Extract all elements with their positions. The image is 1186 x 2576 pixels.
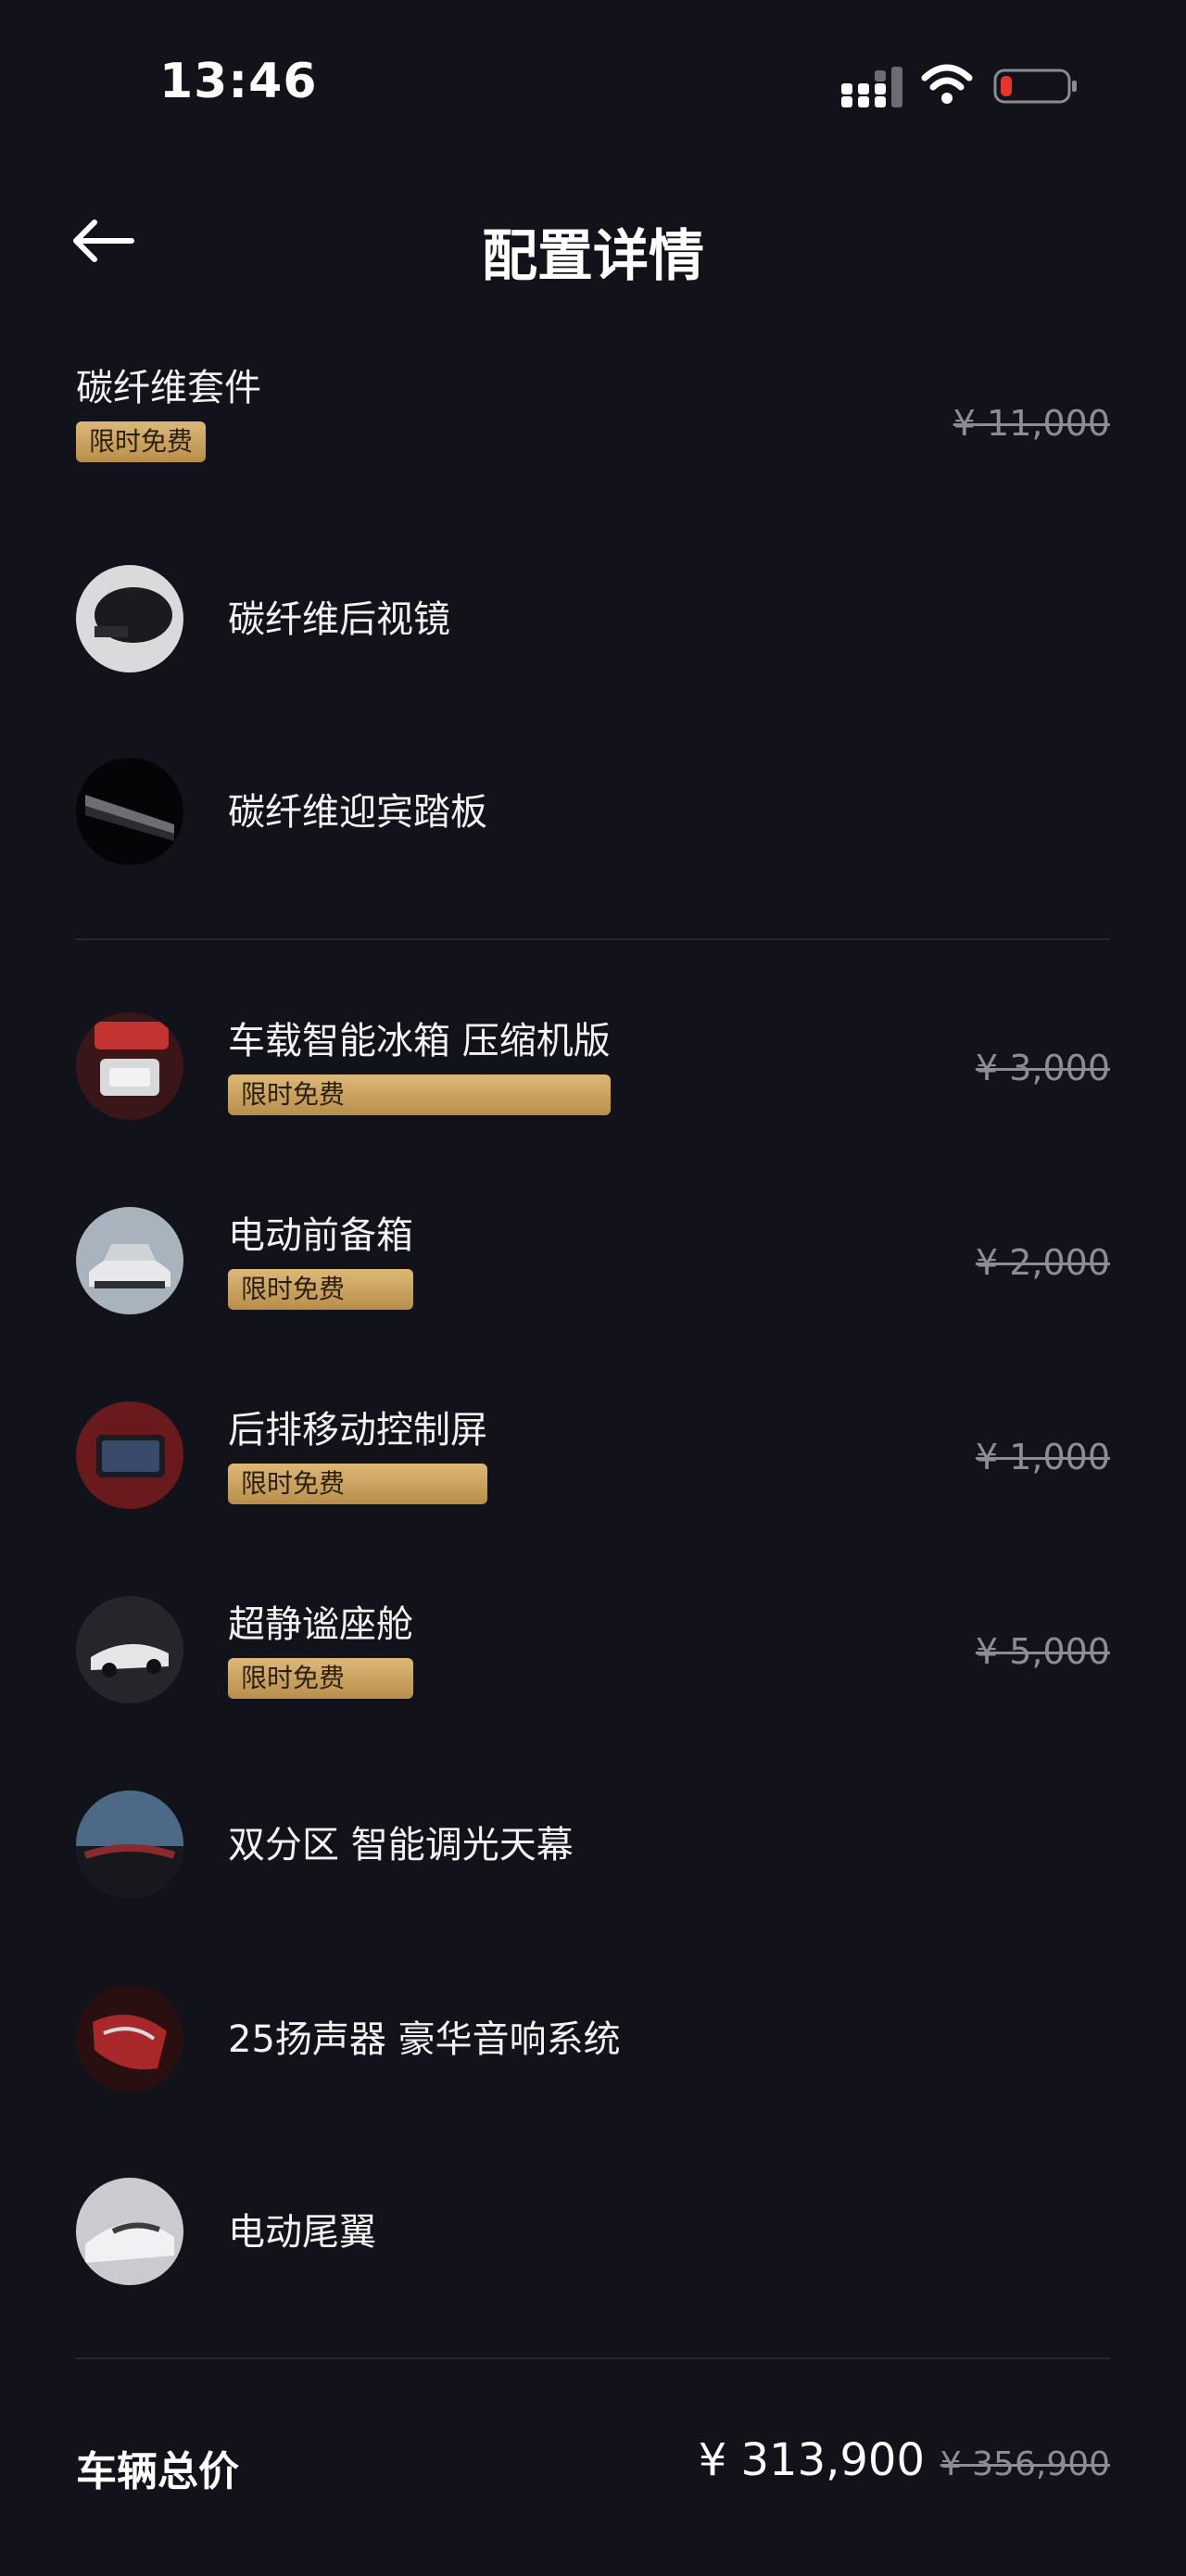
speaker-thumb-icon <box>76 1985 183 2092</box>
mirror-thumb-icon <box>76 565 183 672</box>
item-original-price: ¥ 3,000 <box>975 1048 1110 1088</box>
item-label: 碳纤维后视镜 <box>228 598 450 641</box>
cellular-signal-icon <box>841 67 902 107</box>
item-label: 车载智能冰箱 压缩机版 <box>228 1020 611 1062</box>
free-badge: 限时免费 <box>228 1269 413 1310</box>
item-label: 电动前备箱 <box>228 1214 413 1257</box>
free-badge: 限时免费 <box>228 1658 413 1699</box>
item-label: 超静谧座舱 <box>228 1603 413 1646</box>
item-label: 电动尾翼 <box>228 2211 376 2254</box>
list-item: 超静谧座舱 限时免费 ¥ 5,000 <box>76 1596 1110 1705</box>
fridge-thumb-icon <box>76 1012 183 1120</box>
spoiler-thumb-icon <box>76 2178 183 2285</box>
section-divider <box>76 2357 1110 2359</box>
wifi-icon <box>921 64 973 104</box>
total-price: ¥ 313,900 <box>698 2434 925 2486</box>
roof-thumb-icon <box>76 1791 183 1898</box>
item-original-price: ¥ 1,000 <box>975 1437 1110 1477</box>
list-item: 后排移动控制屏 限时免费 ¥ 1,000 <box>76 1401 1110 1511</box>
total-label: 车辆总价 <box>76 2448 239 2495</box>
list-item: 碳纤维迎宾踏板 <box>76 758 1110 867</box>
battery-icon <box>993 69 1077 104</box>
section-divider <box>76 938 1110 940</box>
free-badge: 限时免费 <box>228 1074 611 1115</box>
frunk-thumb-icon <box>76 1207 183 1314</box>
list-item: 车载智能冰箱 压缩机版 限时免费 ¥ 3,000 <box>76 1012 1110 1122</box>
total-price-bar: 车辆总价 ¥ 313,900 ¥ 356,900 <box>76 2427 1110 2501</box>
item-label: 后排移动控制屏 <box>228 1409 487 1451</box>
screen-thumb-icon <box>76 1401 183 1509</box>
item-label: 碳纤维迎宾踏板 <box>228 791 487 834</box>
navigation-bar: 配置详情 <box>0 185 1186 296</box>
carbon-kit-price: ¥ 11,000 <box>953 403 1110 444</box>
list-item: 碳纤维后视镜 <box>76 565 1110 674</box>
item-original-price: ¥ 5,000 <box>975 1631 1110 1672</box>
list-item: 双分区 智能调光天幕 <box>76 1791 1110 1900</box>
list-item: 电动前备箱 限时免费 ¥ 2,000 <box>76 1207 1110 1316</box>
free-badge: 限时免费 <box>76 421 207 462</box>
total-original-price: ¥ 356,900 <box>940 2445 1110 2483</box>
status-bar: 13:46 <box>0 0 1186 176</box>
item-label: 25扬声器 豪华音响系统 <box>228 2018 621 2061</box>
sill-thumb-icon <box>76 758 183 865</box>
carbon-kit-header: 碳纤维套件 限时免费 ¥ 11,000 <box>76 366 1110 486</box>
page-title: 配置详情 <box>482 224 704 289</box>
free-badge: 限时免费 <box>228 1464 487 1504</box>
list-item: 电动尾翼 <box>76 2178 1110 2287</box>
item-original-price: ¥ 2,000 <box>975 1242 1110 1283</box>
cabin-thumb-icon <box>76 1596 183 1703</box>
status-time: 13:46 <box>159 54 318 109</box>
list-item: 25扬声器 豪华音响系统 <box>76 1985 1110 2094</box>
item-label: 双分区 智能调光天幕 <box>228 1824 574 1866</box>
